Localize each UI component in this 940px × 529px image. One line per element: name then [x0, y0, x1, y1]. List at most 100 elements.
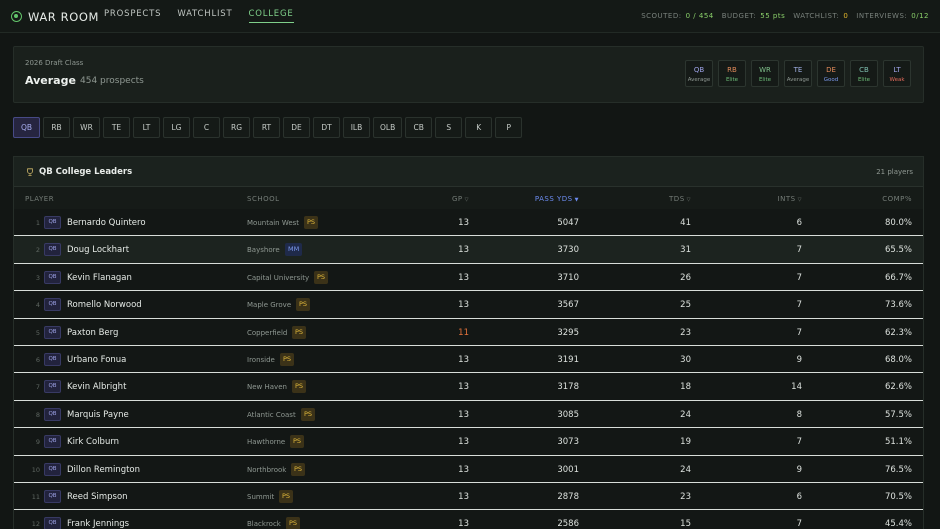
table-row[interactable]: 2 QB Doug Lockhart Bayshore MM 13 3730 31 7 65.5% [14, 236, 923, 264]
scheme-tag: PS [286, 517, 301, 529]
position-badge: QB [44, 380, 61, 394]
position-grade-pos: LT [893, 66, 901, 74]
pass-yards: 3730 [557, 245, 579, 256]
position-grade-value: Elite [758, 77, 772, 83]
row-rank: 3 [35, 273, 40, 282]
position-grade-te[interactable]: TE Average [784, 60, 812, 87]
school-name: Bayshore [247, 246, 280, 255]
table-row[interactable]: 9 QB Kirk Colburn Hawthorne PS 13 3073 19 7 51.1% [14, 428, 923, 456]
filter-rg[interactable]: RG [223, 117, 250, 138]
col-gp[interactable]: GP ▽ [419, 195, 469, 203]
table-row[interactable]: 7 QB Kevin Albright New Haven PS 13 3178 18 14 62… [14, 373, 923, 401]
filter-te[interactable]: TE [103, 117, 130, 138]
sort-icon: ▽ [686, 197, 691, 203]
leaders-header: QB College Leaders 21 players [14, 157, 923, 187]
filter-lg[interactable]: LG [163, 117, 190, 138]
col-player[interactable]: PLAYER [25, 195, 54, 203]
player-name[interactable]: Urbano Fonua [67, 355, 126, 365]
player-name[interactable]: Romello Norwood [67, 300, 142, 310]
table-row[interactable]: 12 QB Frank Jennings Blackrock PS 13 2586 15 7 45… [14, 510, 923, 529]
interceptions: 6 [796, 218, 802, 228]
school-name: Hawthorne [247, 438, 286, 447]
position-grade-wr[interactable]: WR Elite [751, 60, 779, 87]
games-played: 13 [458, 437, 469, 448]
col-comp[interactable]: COMP% [862, 195, 912, 203]
leaders-rows: 1 QB Bernardo Quintero Mountain West PS 13 504… [14, 209, 923, 529]
games-played: 13 [458, 464, 469, 475]
position-grade-value: Average [687, 77, 711, 83]
table-row[interactable]: 10 QB Dillon Remington Northbrook PS 13 3001 24… [14, 455, 923, 483]
player-name[interactable]: Frank Jennings [67, 519, 129, 529]
draft-class-card: 2026 Draft Class Average 454 prospects Q… [13, 46, 924, 103]
interviews-stat: INTERVIEWS: 0/12 [856, 12, 929, 20]
games-played: 11 [458, 327, 469, 338]
position-grade-lt[interactable]: LT Weak [883, 60, 911, 87]
filter-p[interactable]: P [495, 117, 523, 138]
filter-k[interactable]: K [465, 117, 493, 138]
filter-ilb[interactable]: ILB [343, 117, 370, 138]
scheme-tag: PS [296, 298, 311, 312]
nav-prospects[interactable]: PROSPECTS [104, 9, 161, 23]
col-tds[interactable]: TDS ▽ [641, 195, 691, 203]
nav-college[interactable]: COLLEGE [248, 9, 294, 23]
school-name: Capital University [247, 273, 310, 282]
row-rank: 1 [35, 219, 40, 227]
draft-class-count: 454 prospects [80, 76, 144, 86]
col-pass-yds[interactable]: PASS YDS ▼ [519, 195, 579, 203]
table-row[interactable]: 4 QB Romello Norwood Maple Grove PS 13 3567 25 7… [14, 291, 923, 319]
position-badge: QB [44, 435, 61, 449]
filter-cb[interactable]: CB [405, 117, 433, 138]
table-row[interactable]: 11 QB Reed Simpson Summit PS 13 2878 23 6 70.5% [14, 482, 923, 511]
position-grade-pos: RB [727, 66, 737, 74]
position-badge: QB [44, 216, 61, 229]
player-name[interactable]: Kirk Colburn [67, 437, 119, 447]
player-name[interactable]: Marquis Payne [67, 410, 129, 420]
filter-qb[interactable]: QB [13, 117, 40, 138]
touchdowns: 24 [680, 409, 691, 420]
filter-de[interactable]: DE [283, 117, 310, 138]
position-grade-rb[interactable]: RB Elite [718, 60, 746, 87]
school-name: Maple Grove [247, 301, 292, 310]
games-played: 13 [458, 354, 469, 365]
filter-lt[interactable]: LT [133, 117, 160, 138]
interceptions: 7 [796, 300, 802, 311]
school-name: Mountain West [247, 219, 300, 227]
position-grade-de[interactable]: DE Good [817, 60, 845, 87]
position-grade-cb[interactable]: CB Elite [850, 60, 878, 87]
table-row[interactable]: 1 QB Bernardo Quintero Mountain West PS 13 504… [14, 209, 923, 237]
player-name[interactable]: Dillon Remington [67, 465, 140, 475]
filter-rb[interactable]: RB [43, 117, 70, 138]
filter-s[interactable]: S [435, 117, 463, 138]
filter-c[interactable]: C [193, 117, 220, 138]
row-rank: 10 [31, 465, 40, 474]
player-name[interactable]: Kevin Flanagan [67, 273, 132, 283]
interceptions: 7 [796, 519, 802, 529]
completion-pct: 62.3% [884, 327, 912, 338]
filter-rt[interactable]: RT [253, 117, 280, 138]
pass-yards: 3710 [557, 272, 579, 283]
table-row[interactable]: 5 QB Paxton Berg Copperfield PS 11 3295 23 7 62.3… [14, 318, 923, 346]
col-school[interactable]: SCHOOL [247, 195, 280, 203]
table-row[interactable]: 6 QB Urbano Fonua Ironside PS 13 3191 30 9 68.0% [14, 345, 923, 374]
position-grade-qb[interactable]: QB Average [685, 60, 713, 87]
nav-watchlist[interactable]: WATCHLIST [177, 9, 232, 23]
col-ints[interactable]: INTS ▽ [752, 195, 802, 203]
position-grade-value: Weak [889, 77, 905, 83]
school-name: Summit [247, 492, 275, 501]
filter-dt[interactable]: DT [313, 117, 340, 138]
touchdowns: 19 [680, 437, 691, 448]
pass-yards: 2586 [557, 519, 579, 529]
filter-wr[interactable]: WR [73, 117, 100, 138]
player-name[interactable]: Doug Lockhart [67, 245, 129, 255]
brand[interactable]: WAR ROOM [11, 8, 99, 25]
filter-olb[interactable]: OLB [373, 117, 403, 138]
player-name[interactable]: Bernardo Quintero [67, 218, 146, 228]
position-badge: QB [44, 298, 61, 312]
table-row[interactable]: 3 QB Kevin Flanagan Capital University PS 13 3… [14, 263, 923, 292]
player-name[interactable]: Reed Simpson [67, 492, 128, 502]
table-row[interactable]: 8 QB Marquis Payne Atlantic Coast PS 13 3085 24… [14, 400, 923, 429]
leaders-count: 21 players [876, 168, 913, 176]
target-icon [11, 11, 22, 22]
player-name[interactable]: Paxton Berg [67, 328, 118, 338]
player-name[interactable]: Kevin Albright [67, 382, 126, 392]
